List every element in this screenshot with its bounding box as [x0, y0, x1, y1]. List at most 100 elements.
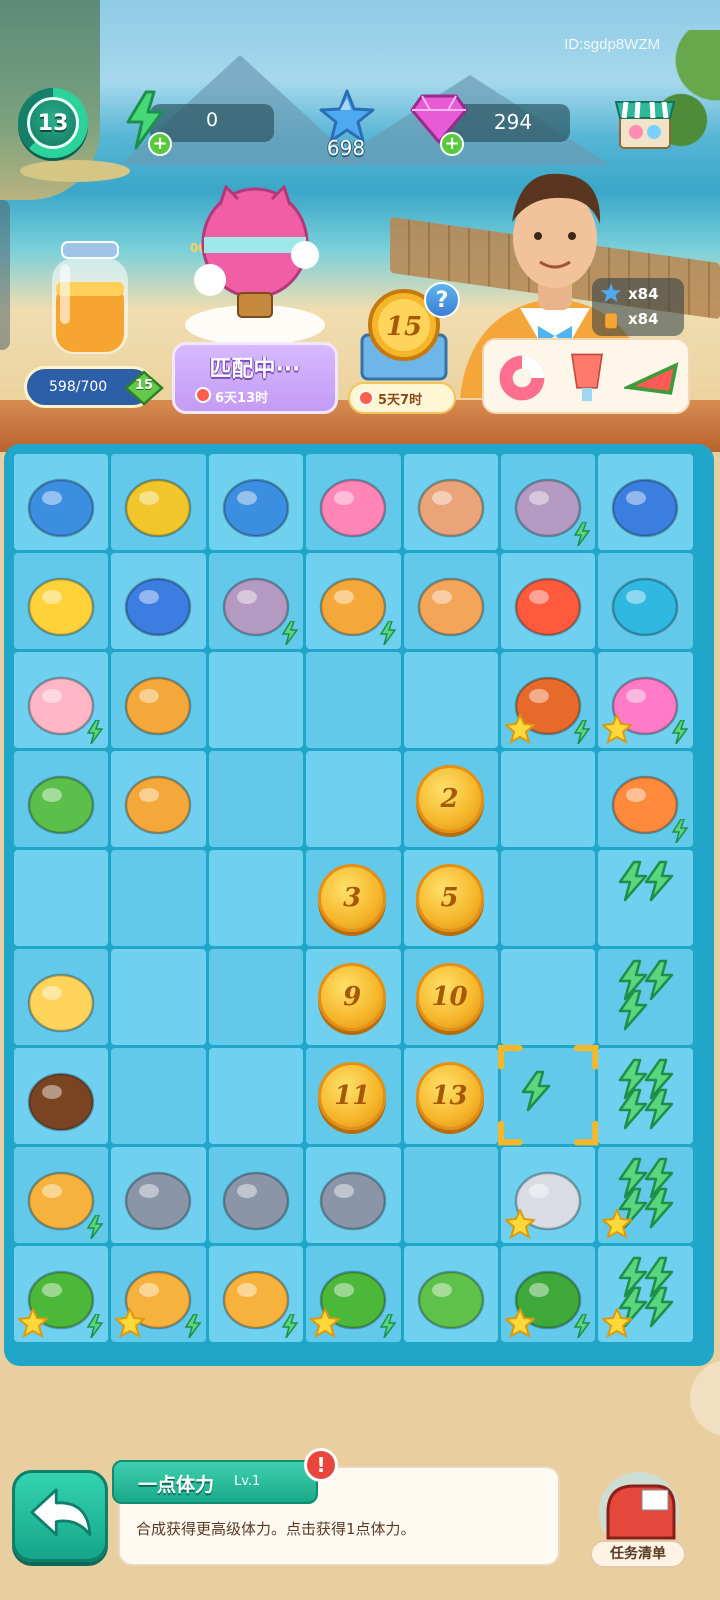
- coin-item[interactable]: 3: [318, 864, 387, 932]
- board-cell[interactable]: [598, 850, 693, 946]
- board-cell[interactable]: [14, 751, 109, 847]
- coin-item[interactable]: 13: [415, 1062, 484, 1130]
- board-cell[interactable]: [14, 1048, 109, 1144]
- watering-can-icon[interactable]: [22, 462, 100, 542]
- board-cell[interactable]: [111, 1048, 206, 1144]
- rock-pile-icon[interactable]: [119, 1155, 197, 1235]
- side-drawer-tab[interactable]: [0, 200, 10, 350]
- board-cell[interactable]: [598, 1147, 693, 1243]
- board-cell[interactable]: [14, 652, 109, 748]
- board-cell[interactable]: [403, 454, 498, 550]
- board-cell[interactable]: [14, 454, 109, 550]
- board-cell[interactable]: [598, 1048, 693, 1144]
- board-cell[interactable]: [403, 652, 498, 748]
- board-cell[interactable]: [111, 949, 206, 1045]
- sand-scoop-icon[interactable]: [606, 462, 684, 542]
- board-cell[interactable]: 9: [306, 949, 401, 1045]
- board-cell[interactable]: [14, 850, 109, 946]
- board-cell[interactable]: [598, 553, 693, 649]
- hot-air-balloon-icon[interactable]: [180, 185, 330, 345]
- energy-single-icon[interactable]: [509, 1056, 587, 1136]
- coin-item[interactable]: 2: [415, 765, 484, 833]
- board-cell[interactable]: [598, 1246, 693, 1342]
- board-cell[interactable]: [208, 949, 304, 1045]
- board-cell[interactable]: [14, 949, 109, 1045]
- board-cell[interactable]: [306, 553, 401, 649]
- coconut-icon[interactable]: [22, 1056, 100, 1136]
- donut-float-icon[interactable]: [314, 462, 392, 542]
- starfish-icon[interactable]: [509, 561, 587, 641]
- rock-icon[interactable]: [314, 1155, 392, 1235]
- board-cell[interactable]: 2: [403, 751, 498, 847]
- board-cell[interactable]: [497, 1045, 599, 1146]
- board-cell[interactable]: 10: [403, 949, 498, 1045]
- match-event-card[interactable]: 匹配中··· 6天13时: [172, 342, 338, 414]
- board-cell[interactable]: [208, 1246, 304, 1342]
- coin-item[interactable]: 9: [318, 963, 387, 1031]
- board-cell[interactable]: 5: [403, 850, 498, 946]
- shop-icon[interactable]: [614, 92, 676, 152]
- board-cell[interactable]: [111, 553, 206, 649]
- board-cell[interactable]: [403, 553, 498, 649]
- board-cell[interactable]: [111, 751, 206, 847]
- board-cell[interactable]: [208, 652, 304, 748]
- beach-basket-icon[interactable]: [119, 660, 197, 740]
- energy-pair-icon[interactable]: [606, 858, 684, 938]
- board-cell[interactable]: [14, 1147, 109, 1243]
- board-cell[interactable]: [14, 553, 109, 649]
- spiral-shell-icon[interactable]: [412, 561, 490, 641]
- board-cell[interactable]: [208, 553, 304, 649]
- swim-ring-icon[interactable]: [606, 561, 684, 641]
- board-cell[interactable]: [111, 1147, 206, 1243]
- level-badge[interactable]: 13: [18, 88, 88, 158]
- side-scroll-button[interactable]: [690, 1360, 720, 1436]
- board-cell[interactable]: 13: [403, 1048, 498, 1144]
- board-cell[interactable]: [500, 751, 596, 847]
- sand-shovel-icon[interactable]: [119, 561, 197, 641]
- toy-truck-icon[interactable]: [119, 462, 197, 542]
- coin-item[interactable]: 5: [415, 864, 484, 932]
- coin-item[interactable]: 11: [318, 1062, 387, 1130]
- rubber-duck-icon[interactable]: [22, 561, 100, 641]
- potted-plant-icon[interactable]: [412, 1254, 490, 1334]
- board-cell[interactable]: [500, 553, 596, 649]
- back-button[interactable]: [12, 1470, 108, 1562]
- energy-triple-icon[interactable]: [606, 957, 684, 1037]
- rock-pile-icon[interactable]: [217, 1155, 295, 1235]
- board-cell[interactable]: [598, 949, 693, 1045]
- add-gems-button[interactable]: +: [440, 132, 464, 156]
- coin-item[interactable]: 10: [415, 963, 484, 1031]
- board-cell[interactable]: [598, 454, 693, 550]
- honey-jar-icon[interactable]: [46, 240, 134, 358]
- board-cell[interactable]: [403, 1147, 498, 1243]
- board-cell[interactable]: [208, 454, 304, 550]
- board-cell[interactable]: [403, 1246, 498, 1342]
- board-cell[interactable]: [14, 1246, 109, 1342]
- board-cell[interactable]: 11: [306, 1048, 401, 1144]
- board-cell[interactable]: [500, 1246, 596, 1342]
- board-cell[interactable]: [208, 1048, 304, 1144]
- energy-quad-icon[interactable]: [606, 1056, 684, 1136]
- board-cell[interactable]: [306, 652, 401, 748]
- green-shell-icon[interactable]: [22, 759, 100, 839]
- board-cell[interactable]: [500, 454, 596, 550]
- board-cell[interactable]: [111, 454, 206, 550]
- board-cell[interactable]: [306, 454, 401, 550]
- board-cell[interactable]: [111, 652, 206, 748]
- task-list-button[interactable]: 任务清单: [590, 1540, 686, 1568]
- board-cell[interactable]: [500, 1147, 596, 1243]
- board-cell[interactable]: [306, 1246, 401, 1342]
- order-card[interactable]: [482, 338, 690, 414]
- board-cell[interactable]: [500, 652, 596, 748]
- board-cell[interactable]: [306, 751, 401, 847]
- alert-icon[interactable]: !: [304, 1448, 338, 1482]
- add-energy-button[interactable]: +: [148, 132, 172, 156]
- watering-can-icon[interactable]: [217, 462, 295, 542]
- board-cell[interactable]: [208, 850, 304, 946]
- board-cell[interactable]: [500, 949, 596, 1045]
- board-cell[interactable]: [208, 1147, 304, 1243]
- board-cell[interactable]: [111, 850, 206, 946]
- beach-basket-icon[interactable]: [119, 759, 197, 839]
- sand-castle-icon[interactable]: [22, 957, 100, 1037]
- conch-shell-icon[interactable]: [412, 462, 490, 542]
